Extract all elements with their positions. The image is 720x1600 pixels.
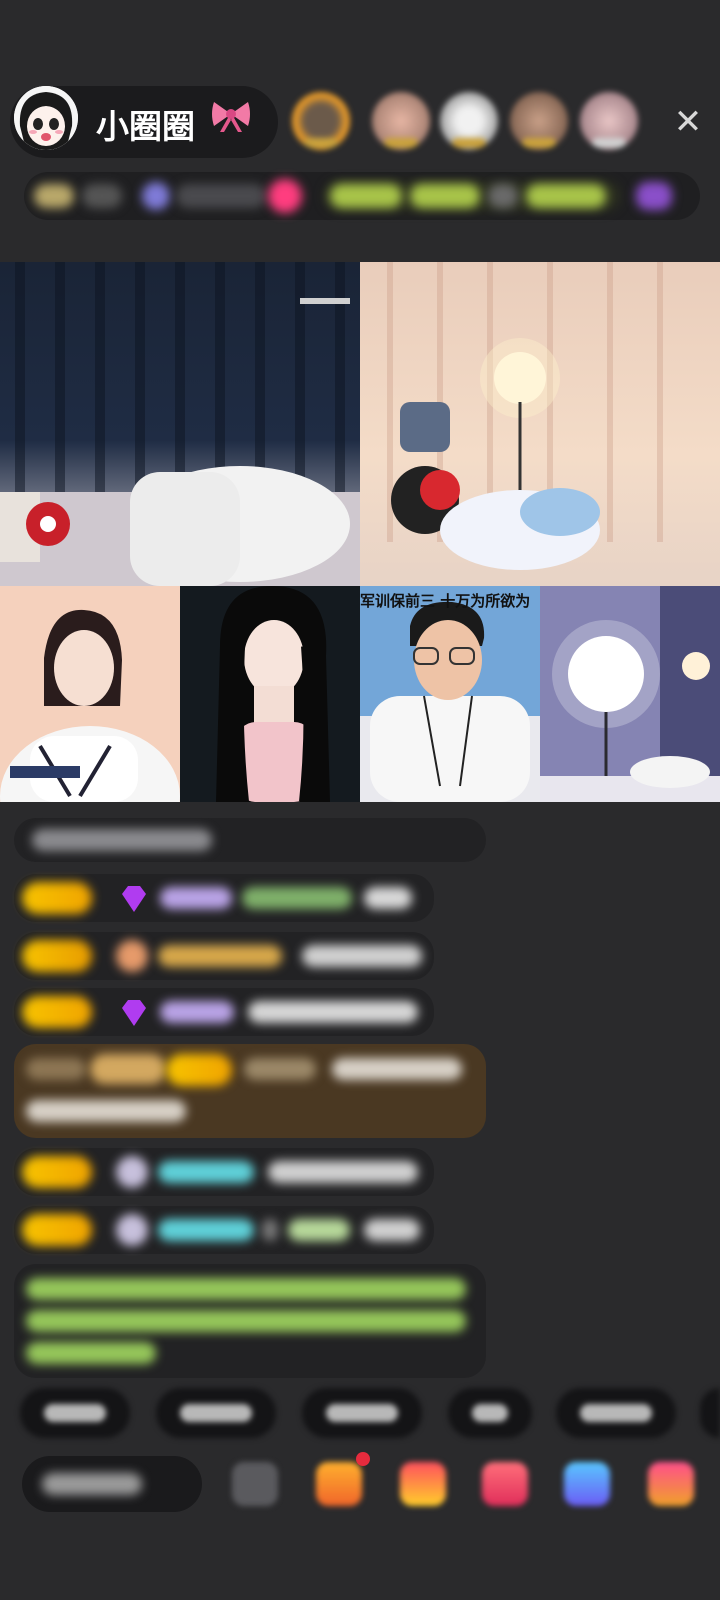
chat-message[interactable] xyxy=(14,818,486,862)
quick-phrase-chip[interactable] xyxy=(302,1388,422,1438)
quick-phrase-chip[interactable] xyxy=(156,1388,276,1438)
user-level-badge xyxy=(22,996,92,1028)
top-viewer-avatar[interactable] xyxy=(372,92,430,150)
guest-video-caption: 军训保前三 十万为所欲为 xyxy=(360,592,531,610)
anime-avatar-icon xyxy=(14,86,78,150)
top-viewer-avatar[interactable] xyxy=(510,92,568,150)
chat-message[interactable] xyxy=(14,1148,434,1196)
user-level-badge xyxy=(22,882,92,914)
quick-phrase-chip[interactable] xyxy=(700,1388,720,1438)
emoji-icon[interactable] xyxy=(232,1462,278,1506)
host-name[interactable]: 小圈圈 xyxy=(96,100,195,148)
host-avatar[interactable] xyxy=(14,86,78,150)
video-frame xyxy=(180,586,360,802)
room-info-bar[interactable] xyxy=(24,172,700,220)
notification-dot xyxy=(356,1452,370,1466)
gift-box-icon[interactable] xyxy=(316,1462,362,1506)
top-viewer-avatar[interactable] xyxy=(292,92,350,150)
chat-message[interactable] xyxy=(14,1206,434,1254)
user-level-badge xyxy=(22,940,92,972)
guest-video-tile[interactable] xyxy=(180,586,360,802)
close-icon[interactable]: ✕ xyxy=(670,104,706,140)
guest-video-tile[interactable] xyxy=(540,586,720,802)
video-frame xyxy=(540,586,720,802)
video-frame xyxy=(387,262,663,570)
guest-video-tile[interactable]: 军训保前三 十万为所欲为 xyxy=(360,586,540,802)
chat-message[interactable] xyxy=(14,932,434,980)
chat-input[interactable] xyxy=(22,1456,202,1512)
quick-phrase-chip[interactable] xyxy=(20,1388,130,1438)
game-icon[interactable] xyxy=(482,1462,528,1506)
quick-phrase-chip[interactable] xyxy=(448,1388,532,1438)
video-frame xyxy=(360,586,540,802)
guest-video-tile[interactable] xyxy=(360,262,720,586)
more-icon[interactable] xyxy=(648,1462,694,1506)
chat-message-highlight[interactable] xyxy=(14,1044,486,1138)
top-viewer-avatar[interactable] xyxy=(440,92,498,150)
gem-icon xyxy=(122,1000,146,1026)
guest-video-tile[interactable] xyxy=(0,586,180,802)
top-viewer-avatar[interactable] xyxy=(580,92,638,150)
bow-icon xyxy=(212,102,250,132)
quick-phrase-chip[interactable] xyxy=(556,1388,676,1438)
user-level-badge xyxy=(22,1156,92,1188)
gift-icon[interactable] xyxy=(400,1462,446,1506)
chat-message[interactable] xyxy=(14,874,434,922)
video-frame xyxy=(0,586,180,802)
user-level-badge xyxy=(22,1214,92,1246)
system-notice xyxy=(14,1264,486,1378)
user-level-badge xyxy=(166,1054,232,1086)
chat-message[interactable] xyxy=(14,988,434,1036)
pk-icon[interactable] xyxy=(564,1462,610,1506)
gem-icon xyxy=(122,886,146,912)
video-frame xyxy=(0,262,360,586)
host-video-tile[interactable] xyxy=(0,262,360,586)
